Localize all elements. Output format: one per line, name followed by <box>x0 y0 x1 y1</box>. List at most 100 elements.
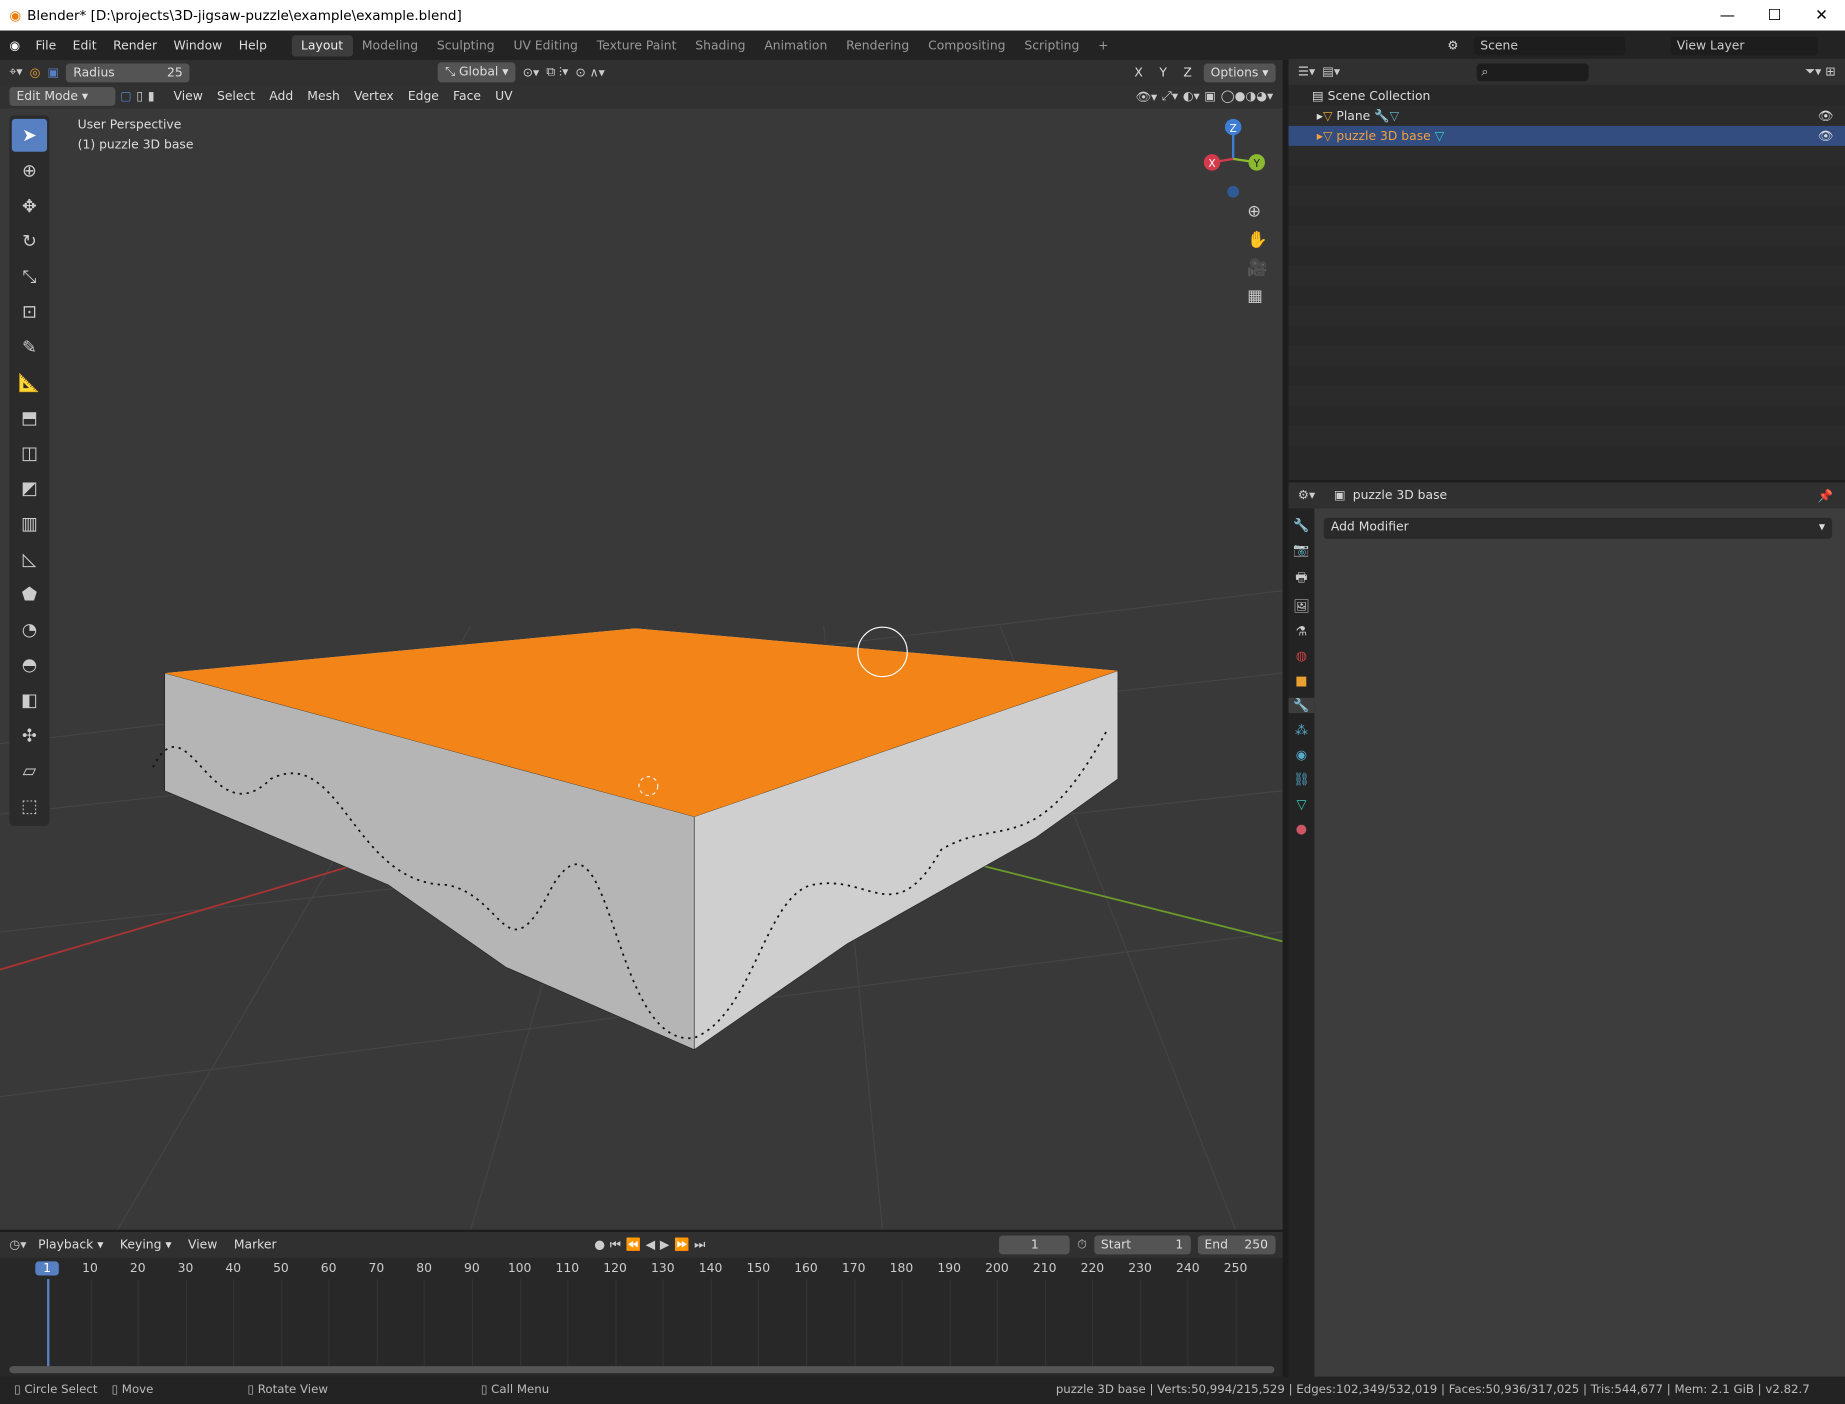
transform-tool-icon[interactable]: ⊡ <box>12 295 47 328</box>
visibility-icon[interactable]: 👁▾ <box>1135 89 1157 104</box>
menu-help[interactable]: Help <box>231 38 276 52</box>
properties-editor-icon[interactable]: ⚙▾ <box>1298 488 1315 502</box>
pivot-icon[interactable]: ⊙▾ <box>523 65 540 79</box>
menu-edge[interactable]: Edge <box>403 89 444 103</box>
vertex-select-icon[interactable]: ▢ <box>120 89 132 103</box>
rotate-tool-icon[interactable]: ↻ <box>12 225 47 258</box>
annotate-tool-icon[interactable]: ✎ <box>12 331 47 364</box>
menu-add[interactable]: Add <box>265 89 298 103</box>
view-layer-selector[interactable]: View Layer <box>1670 35 1819 55</box>
display-mode-icon[interactable]: ▤▾ <box>1322 65 1340 79</box>
outliner-editor-icon[interactable]: ☰▾ <box>1298 65 1315 79</box>
menu-file[interactable]: File <box>27 38 64 52</box>
maximize-button[interactable]: ☐ <box>1751 6 1798 24</box>
menu-uv[interactable]: UV <box>490 89 517 103</box>
scene-tab-icon[interactable]: ⚗ <box>1296 624 1308 639</box>
shrink-fatten-tool-icon[interactable]: ✣ <box>12 719 47 752</box>
gizmo-toggle-icon[interactable]: ⤢▾ <box>1162 89 1178 104</box>
spin-tool-icon[interactable]: ◔ <box>12 613 47 646</box>
physics-tab-icon[interactable]: ◉ <box>1296 747 1307 762</box>
shading-modes-icon[interactable]: ◯●◑◕▾ <box>1221 89 1273 103</box>
output-tab-icon[interactable]: 🖶 <box>1295 567 1307 589</box>
editor-type-icon[interactable]: ⌖▾ <box>9 65 22 80</box>
move-tool-icon[interactable]: ✥ <box>12 189 47 222</box>
world-tab-icon[interactable]: ◍ <box>1296 648 1307 663</box>
menu-view[interactable]: View <box>169 89 208 103</box>
timeline-scrollbar[interactable] <box>9 1366 1275 1374</box>
start-frame-field[interactable]: Start 1 <box>1093 1235 1191 1255</box>
smooth-tool-icon[interactable]: ◓ <box>12 648 47 681</box>
select-tool-icon[interactable]: ◎ <box>30 65 41 79</box>
camera-icon[interactable]: 🎥 <box>1247 259 1268 278</box>
shear-tool-icon[interactable]: ▱ <box>12 754 47 787</box>
object-tab-icon[interactable]: ■ <box>1295 673 1307 688</box>
select-mode-new-icon[interactable]: ▣ <box>47 65 59 79</box>
data-tab-icon[interactable]: ▽ <box>1296 797 1306 812</box>
render-tab-icon[interactable]: 📷 <box>1293 542 1309 557</box>
frame-ruler[interactable]: 1 10 20 30 40 50 60 70 80 90 100 110 120 130 140 150 160… <box>0 1258 1283 1368</box>
knife-tool-icon[interactable]: ◺ <box>12 542 47 575</box>
edge-slide-tool-icon[interactable]: ◧ <box>12 684 47 717</box>
menu-vertex[interactable]: Vertex <box>349 89 398 103</box>
modifier-tab-icon[interactable]: 🔧 <box>1288 697 1315 714</box>
menu-mesh[interactable]: Mesh <box>303 89 345 103</box>
add-workspace-button[interactable]: + <box>1089 35 1118 56</box>
tab-sculpting[interactable]: Sculpting <box>428 35 505 56</box>
filter-icon[interactable]: ⏷▾ ⊞ <box>1805 64 1835 79</box>
tab-rendering[interactable]: Rendering <box>837 35 919 56</box>
xray-icon[interactable]: ▣ <box>1204 89 1216 103</box>
zoom-icon[interactable]: ⊕ <box>1247 202 1268 221</box>
snap-icon[interactable]: ⧉ ⫶▾ <box>546 65 568 80</box>
axis-x-toggle[interactable]: X <box>1130 65 1148 79</box>
measure-tool-icon[interactable]: 📐 <box>12 366 47 399</box>
axis-y-toggle[interactable]: Y <box>1155 65 1172 79</box>
pin-icon[interactable]: 📌 <box>1818 488 1833 503</box>
timeline-editor-icon[interactable]: ◷▾ <box>9 1238 26 1252</box>
options-dropdown[interactable]: Options ▾ <box>1203 62 1276 82</box>
close-button[interactable]: ✕ <box>1798 6 1845 24</box>
material-tab-icon[interactable]: ● <box>1296 821 1307 836</box>
overlay-icon[interactable]: ◐▾ <box>1183 89 1200 103</box>
menu-face[interactable]: Face <box>448 89 485 103</box>
outliner-item-puzzle-3d-base[interactable]: ▸ ▽ puzzle 3D base ▽ 👁 <box>1288 125 1845 146</box>
extrude-tool-icon[interactable]: ⬒ <box>12 401 47 434</box>
visibility-eye-icon[interactable]: 👁 <box>1818 128 1834 143</box>
inset-tool-icon[interactable]: ◫ <box>12 437 47 470</box>
tab-layout[interactable]: Layout <box>291 34 353 56</box>
axis-z-toggle[interactable]: Z <box>1179 65 1197 79</box>
navigation-gizmo[interactable]: Z Y X <box>1203 118 1265 198</box>
bevel-tool-icon[interactable]: ◩ <box>12 472 47 505</box>
visibility-eye-icon[interactable]: 👁 <box>1818 108 1834 123</box>
view-layer-tab-icon[interactable]: 🖼 <box>1293 599 1309 614</box>
menu-edit[interactable]: Edit <box>64 38 104 52</box>
3d-viewport[interactable]: Z Y X Edit Mode ▾ ▢ ▯ ▮ View Select Add … <box>0 84 1283 1230</box>
menu-marker[interactable]: Marker <box>229 1238 281 1252</box>
menu-keying[interactable]: Keying ▾ <box>115 1238 176 1252</box>
constraints-tab-icon[interactable]: ⛓ <box>1293 772 1309 787</box>
menu-timeline-view[interactable]: View <box>183 1238 222 1252</box>
tab-shading[interactable]: Shading <box>686 35 755 56</box>
outliner-search[interactable]: ⌕ <box>1476 62 1589 81</box>
loop-cut-tool-icon[interactable]: ▥ <box>12 507 47 540</box>
minimize-button[interactable]: — <box>1704 6 1751 24</box>
tab-modeling[interactable]: Modeling <box>352 35 427 56</box>
add-modifier-dropdown[interactable]: Add Modifier ▾ <box>1323 517 1833 539</box>
rip-tool-icon[interactable]: ⬚ <box>12 790 47 823</box>
menu-window[interactable]: Window <box>165 38 230 52</box>
current-frame-field[interactable]: 1 <box>999 1235 1071 1255</box>
tool-tab-icon[interactable]: 🔧 <box>1293 518 1309 533</box>
poly-build-tool-icon[interactable]: ⬟ <box>12 578 47 611</box>
menu-playback[interactable]: Playback ▾ <box>33 1238 108 1252</box>
tab-scripting[interactable]: Scripting <box>1015 35 1089 56</box>
ortho-grid-icon[interactable]: ▦ <box>1247 287 1268 306</box>
tab-animation[interactable]: Animation <box>755 35 837 56</box>
outliner-item-plane[interactable]: ▸ ▽ Plane 🔧▽ 👁 <box>1288 105 1845 126</box>
scale-tool-icon[interactable]: ⤡ <box>12 260 47 293</box>
face-select-icon[interactable]: ▮ <box>148 89 155 103</box>
tab-uv-editing[interactable]: UV Editing <box>504 35 587 56</box>
playhead[interactable] <box>47 1279 50 1368</box>
edge-select-icon[interactable]: ▯ <box>136 89 143 103</box>
select-tool-icon[interactable]: ➤ <box>11 118 48 152</box>
scene-selector[interactable]: Scene <box>1474 35 1626 55</box>
scene-collection-row[interactable]: ▤ Scene Collection <box>1288 86 1845 106</box>
